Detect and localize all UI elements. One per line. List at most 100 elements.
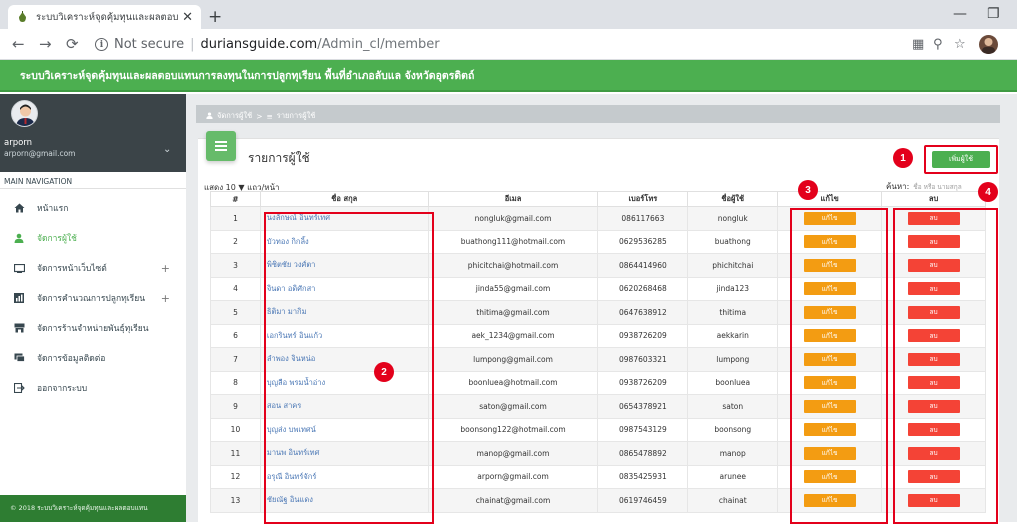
member-phone: 0654378921	[597, 394, 689, 419]
annotation-box-delete	[893, 208, 998, 524]
member-email: boonluea@hotmail.com	[427, 370, 599, 395]
annotation-marker-3: 3	[798, 180, 818, 200]
column-header[interactable]: ชื่อผู้ใช้	[687, 191, 779, 207]
breadcrumb-home[interactable]: จัดการผู้ใช้	[217, 110, 252, 122]
member-email: phicitchai@hotmail.com	[427, 253, 599, 278]
sidebar-item-website[interactable]: จัดการหน้าเว็บไซต์ +	[0, 255, 186, 281]
member-username: buathong	[687, 229, 779, 254]
member-username: boonsong	[687, 417, 779, 442]
member-email: manop@gmail.com	[427, 441, 599, 466]
sidebar-item-label: ออกจากระบบ	[37, 384, 88, 394]
row-number: 12	[210, 464, 261, 489]
member-phone: 0865478892	[597, 441, 689, 466]
row-number: 13	[210, 488, 261, 513]
logout-icon	[12, 383, 26, 393]
annotation-marker-4: 4	[978, 182, 998, 202]
member-username: aekkarin	[687, 323, 779, 348]
sidebar-item-home[interactable]: หน้าแรก	[0, 195, 186, 221]
row-number: 2	[210, 229, 261, 254]
member-phone: 0938726209	[597, 370, 689, 395]
nav-list: หน้าแรก จัดการผู้ใช้ จัดการหน้าเว็บไซต์ …	[0, 189, 186, 522]
breadcrumb-separator: >	[256, 111, 263, 121]
table-header-row: # ชื่อ สกุล อีเมล เบอร์โทร ชื่อผู้ใช้ แก…	[210, 191, 986, 207]
member-username: lumpong	[687, 347, 779, 372]
page-title: รายการผู้ใช้	[248, 151, 310, 165]
user-icon	[206, 111, 213, 121]
member-email: nongluk@gmail.com	[427, 206, 599, 231]
column-header[interactable]: #	[210, 191, 261, 207]
member-username: jinda123	[687, 276, 779, 301]
member-phone: 0619746459	[597, 488, 689, 513]
user-panel[interactable]: arporn arporn@gmail.com ⌄	[0, 94, 186, 172]
durian-favicon-icon	[16, 11, 28, 23]
zoom-icon[interactable]: ⚲	[933, 37, 943, 52]
column-header[interactable]: ลบ	[881, 191, 986, 207]
member-email: buathong111@hotmail.com	[427, 229, 599, 254]
nav-header: MAIN NAVIGATION	[0, 172, 186, 189]
tab-title: ระบบวิเคราะห์จุดคุ้มทุนและผลตอบแทน	[36, 11, 179, 23]
restore-window-icon[interactable]: ❐	[987, 6, 1000, 22]
column-header[interactable]: ชื่อ สกุล	[259, 191, 429, 207]
browser-tabbar: ระบบวิเคราะห์จุดคุ้มทุนและผลตอบแทน ✕ + —…	[0, 0, 1017, 29]
list-icon: ≡	[266, 111, 273, 121]
new-tab-icon[interactable]: +	[208, 7, 222, 27]
browser-tab[interactable]: ระบบวิเคราะห์จุดคุ้มทุนและผลตอบแทน ✕	[8, 5, 201, 29]
member-username: thitima	[687, 300, 779, 325]
member-email: arporn@gmail.com	[427, 464, 599, 489]
chevron-down-icon[interactable]: ⌄	[163, 144, 171, 155]
list-icon	[206, 131, 236, 161]
breadcrumb-current: รายการผู้ใช้	[276, 111, 316, 120]
row-number: 5	[210, 300, 261, 325]
column-header[interactable]: แก้ไข	[777, 191, 883, 207]
column-header[interactable]: เบอร์โทร	[597, 191, 689, 207]
member-email: saton@gmail.com	[427, 394, 599, 419]
breadcrumb: จัดการผู้ใช้ > ≡ รายการผู้ใช้	[196, 105, 1000, 123]
row-number: 11	[210, 441, 261, 466]
sidebar-item-label: จัดการหน้าเว็บไซต์	[37, 264, 107, 274]
expand-plus-icon[interactable]: +	[161, 262, 170, 275]
translate-icon[interactable]: ▦	[912, 37, 924, 52]
sidebar-item-users[interactable]: จัดการผู้ใช้	[0, 225, 186, 251]
sidebar-item-logout[interactable]: ออกจากระบบ	[0, 375, 186, 401]
column-header[interactable]: อีเมล	[427, 191, 599, 207]
store-icon	[12, 323, 26, 333]
member-phone: 0620268468	[597, 276, 689, 301]
profile-avatar[interactable]	[979, 35, 998, 54]
row-number: 3	[210, 253, 261, 278]
forward-icon[interactable]: →	[39, 35, 52, 53]
url-field[interactable]: i Not secure | duriansguide.com/Admin_cl…	[95, 37, 440, 52]
member-phone: 086117663	[597, 206, 689, 231]
sidebar-item-stores[interactable]: จัดการร้านจำหน่ายพันธุ์ทุเรียน	[0, 315, 186, 341]
member-phone: 0629536285	[597, 229, 689, 254]
row-number: 4	[210, 276, 261, 301]
member-username: nongluk	[687, 206, 779, 231]
search-input[interactable]: ชื่อ หรือ นามสกุล	[913, 182, 961, 192]
chat-icon	[12, 353, 26, 363]
expand-plus-icon[interactable]: +	[161, 292, 170, 305]
reload-icon[interactable]: ⟳	[66, 35, 79, 53]
member-username: phichitchai	[687, 253, 779, 278]
sidebar-item-label: หน้าแรก	[37, 204, 69, 214]
minimize-icon[interactable]: —	[953, 6, 967, 22]
sidebar-item-label: จัดการร้านจำหน่ายพันธุ์ทุเรียน	[37, 324, 149, 334]
bookmark-star-icon[interactable]: ☆	[954, 37, 966, 52]
annotation-box-edit	[790, 208, 888, 524]
member-username: saton	[687, 394, 779, 419]
member-phone: 0647638912	[597, 300, 689, 325]
member-username: boonluea	[687, 370, 779, 395]
chart-icon	[12, 293, 26, 303]
member-email: thitima@gmail.com	[427, 300, 599, 325]
tab-close-icon[interactable]: ✕	[182, 10, 193, 25]
row-number: 9	[210, 394, 261, 419]
sidebar-item-calculation[interactable]: จัดการคำนวณการปลูกทุเรียน +	[0, 285, 186, 311]
sidebar: arporn arporn@gmail.com ⌄ MAIN NAVIGATIO…	[0, 94, 186, 522]
member-email: lumpong@gmail.com	[427, 347, 599, 372]
member-phone: 0835425931	[597, 464, 689, 489]
member-email: jinda55@gmail.com	[427, 276, 599, 301]
app-title: ระบบวิเคราะห์จุดคุ้มทุนและผลตอบแทนการลงท…	[20, 69, 475, 82]
info-icon[interactable]: i	[95, 38, 108, 51]
back-icon[interactable]: ←	[12, 35, 25, 53]
user-icon	[12, 233, 26, 243]
sidebar-item-contact[interactable]: จัดการข้อมูลติดต่อ	[0, 345, 186, 371]
user-name: arporn	[4, 138, 33, 148]
